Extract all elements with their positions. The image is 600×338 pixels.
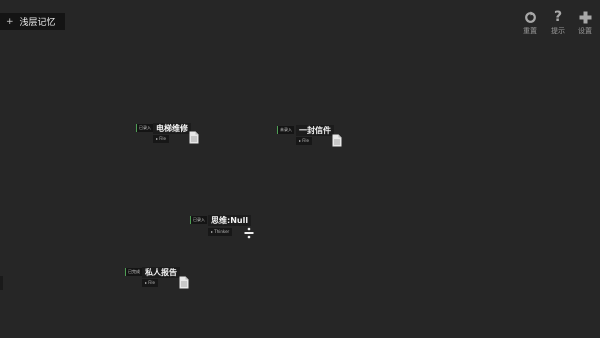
node-title: 一封信件 (296, 125, 334, 136)
node-type: File (142, 279, 158, 287)
node-title: 私人报告 (142, 267, 180, 278)
node-status: 已完成 (125, 268, 142, 276)
plus-cross-icon (572, 10, 598, 24)
node-status: 已录入 (190, 216, 207, 224)
hint-label: 提示 (551, 27, 565, 35)
left-edge-handle (0, 276, 3, 290)
reset-icon (517, 10, 543, 24)
node-type: File (296, 137, 312, 145)
layer-tag[interactable]: + 浅层记忆 (0, 13, 65, 30)
file-icon[interactable] (189, 129, 199, 148)
plus-icon[interactable]: + (6, 17, 14, 27)
question-icon: ? (553, 9, 563, 25)
divide-icon[interactable] (244, 224, 254, 243)
hint-button[interactable]: ? 提示 (545, 9, 571, 36)
settings-button[interactable]: 设置 (572, 10, 598, 36)
node-status: 已录入 (136, 124, 153, 132)
layer-tag-label: 浅层记忆 (19, 18, 56, 28)
reset-button[interactable]: 重置 (517, 10, 543, 36)
node-status: 未录入 (277, 126, 294, 134)
file-icon[interactable] (179, 274, 189, 293)
node-title: 电梯维修 (153, 123, 191, 134)
node-type: File (153, 135, 169, 143)
settings-label: 设置 (578, 27, 592, 35)
node-type: Thinker (208, 228, 233, 236)
file-icon[interactable] (332, 132, 342, 151)
reset-label: 重置 (523, 27, 537, 35)
